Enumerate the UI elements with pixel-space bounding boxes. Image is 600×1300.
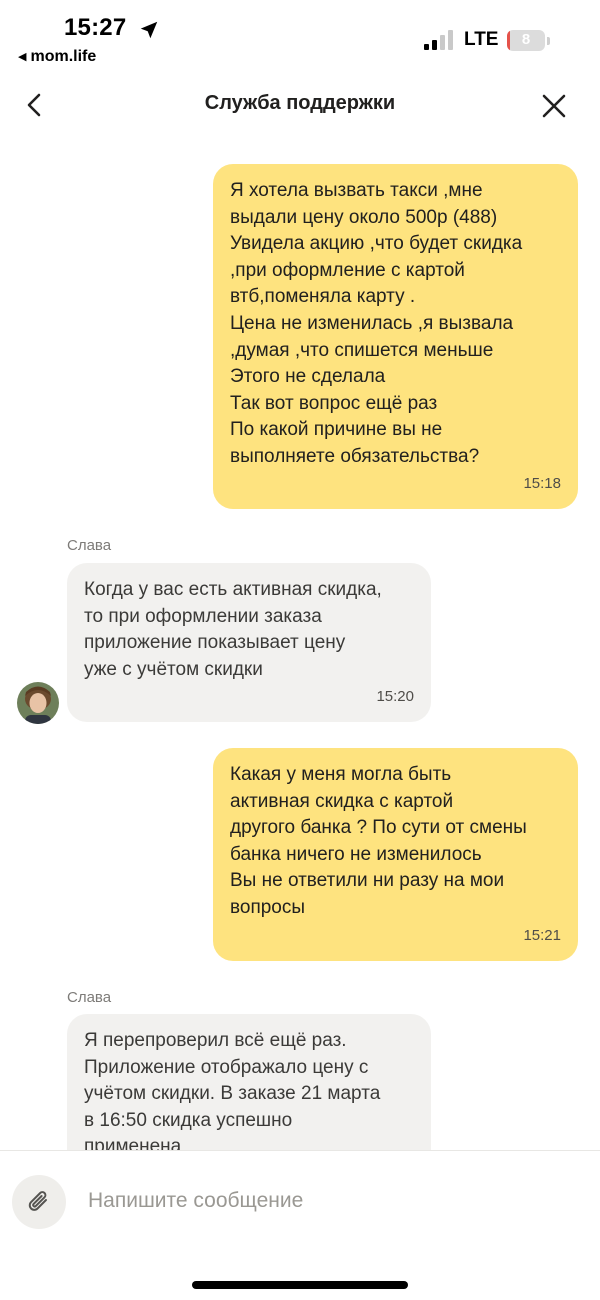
user-photo-icon — [17, 682, 59, 724]
sender-name: Слава — [67, 989, 112, 1006]
home-indicator[interactable] — [192, 1281, 408, 1289]
paperclip-icon — [28, 1191, 47, 1211]
sender-name: Слава — [67, 537, 112, 554]
page-title: Служба поддержки — [204, 92, 396, 114]
back-app-label: mom.life — [30, 48, 97, 65]
incoming-message[interactable]: Когда у вас есть активная скидка, то при… — [67, 563, 431, 722]
message-composer — [0, 1150, 600, 1300]
message-text: Я перепроверил всё ещё раз. Приложение о… — [84, 1030, 381, 1150]
message-text: Я хотела вызвать такси ,мне выдали цену … — [230, 180, 523, 467]
message-time: 15:21 — [523, 927, 561, 945]
network-type: LTE — [464, 29, 499, 50]
back-triangle-icon: ◀ — [18, 51, 27, 63]
message-text: Когда у вас есть активная скидка, то при… — [84, 579, 382, 680]
incoming-message[interactable]: Я перепроверил всё ещё раз. Приложение о… — [67, 1014, 431, 1150]
location-arrow-icon — [140, 21, 158, 39]
chat-screen: 15:27 ◀mom.life LTE 8 Служба поддержки — [0, 0, 600, 1300]
avatar — [17, 682, 59, 724]
status-time: 15:27 — [64, 14, 127, 41]
close-icon[interactable] — [540, 92, 568, 120]
battery-cap — [547, 37, 550, 45]
message-time: 15:20 — [376, 688, 414, 706]
battery-icon: 8 — [507, 30, 545, 51]
cellular-signal-icon — [424, 30, 453, 50]
outgoing-message[interactable]: Я хотела вызвать такси ,мне выдали цену … — [213, 164, 578, 509]
message-list[interactable]: Я хотела вызвать такси ,мне выдали цену … — [0, 72, 600, 1150]
chat-header: Служба поддержки — [0, 72, 600, 136]
message-time: 15:18 — [523, 475, 561, 493]
battery-level: 8 — [521, 31, 531, 48]
message-text: Какая у меня могла быть активная скидка … — [230, 764, 527, 918]
outgoing-message[interactable]: Какая у меня могла быть активная скидка … — [213, 748, 578, 961]
status-bar: 15:27 ◀ mom.life LTE 8 — [0, 0, 600, 72]
attach-button[interactable] — [12, 1175, 66, 1229]
message-input[interactable] — [88, 1181, 578, 1221]
back-to-app-link[interactable]: ◀ mom.life — [18, 48, 96, 66]
